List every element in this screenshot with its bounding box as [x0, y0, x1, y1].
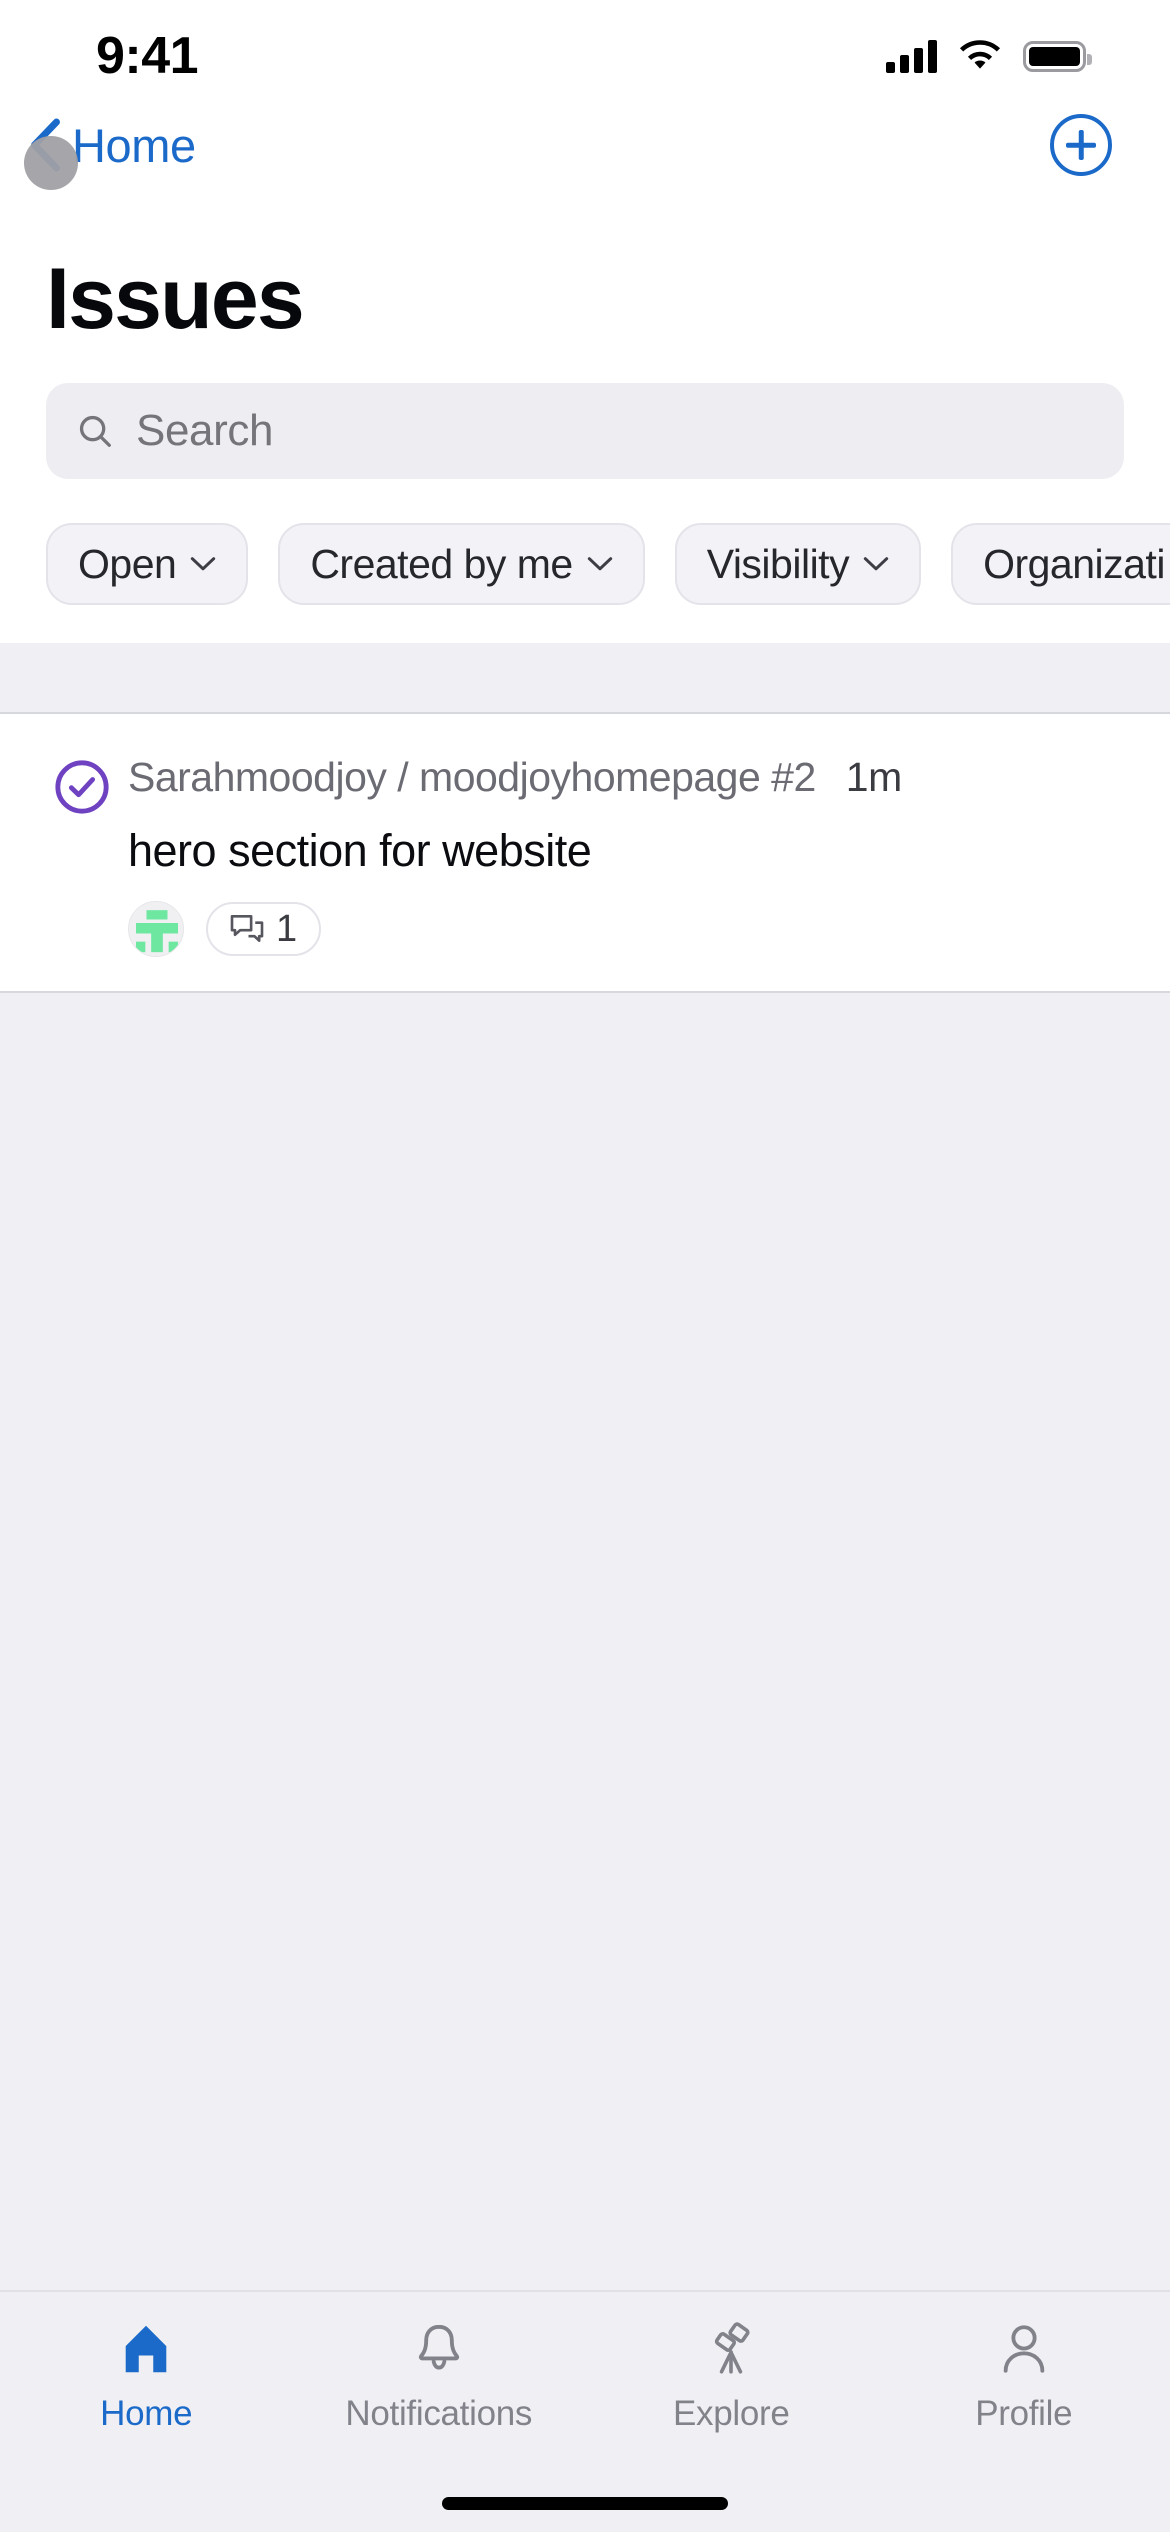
issue-closed-check-circle-icon	[55, 760, 109, 814]
tab-profile[interactable]: Profile	[878, 2318, 1170, 2434]
tab-notifications[interactable]: Notifications	[293, 2318, 586, 2434]
comment-discussion-icon	[230, 914, 264, 942]
page-title: Issues	[46, 251, 305, 347]
chevron-down-icon	[587, 557, 612, 571]
plus-circle-icon[interactable]	[1050, 114, 1112, 176]
user-avatar-identicon	[128, 901, 184, 957]
battery-full-icon	[1023, 40, 1092, 72]
chevron-down-icon	[863, 557, 889, 571]
status-bar: 9:41	[0, 0, 1170, 96]
issue-title: hero section for website	[128, 825, 592, 876]
list-separator-bottom	[0, 991, 1170, 993]
tab-profile-label: Profile	[975, 2394, 1073, 2433]
filter-chip-row[interactable]: Open Created by me Visibility Organizati	[0, 479, 1170, 643]
issue-list: Sarahmoodjoy / moodjoyhomepage #2 1m her…	[0, 712, 1170, 993]
filter-chip-label: Open	[78, 540, 177, 587]
table-row[interactable]: Sarahmoodjoy / moodjoyhomepage #2 1m her…	[0, 714, 1170, 991]
issue-badges: 1	[128, 901, 1134, 957]
back-button-label: Home	[72, 118, 196, 172]
status-bar-time: 9:41	[96, 27, 199, 85]
navigation-bar: Home	[0, 96, 1170, 194]
comment-count-badge[interactable]: 1	[206, 902, 322, 956]
app-screen: 9:41 Home Issues Search Open Created by …	[0, 0, 1170, 2532]
wifi-icon	[959, 40, 1001, 69]
filter-chip-organization[interactable]: Organizati	[951, 523, 1170, 605]
status-bar-indicators	[886, 23, 1092, 73]
bell-icon	[407, 2318, 471, 2380]
issue-content: Sarahmoodjoy / moodjoyhomepage #2 1m her…	[128, 754, 1134, 957]
tab-home-label: Home	[100, 2394, 193, 2433]
filter-chip-open[interactable]: Open	[46, 523, 249, 605]
filter-chip-label: Created by me	[310, 540, 573, 587]
chevron-down-icon	[191, 557, 216, 571]
comment-count: 1	[276, 907, 298, 950]
cellular-signal-icon	[886, 39, 937, 73]
tab-home[interactable]: Home	[0, 2318, 293, 2434]
home-icon	[114, 2318, 178, 2380]
bottom-tab-bar: Home Notifications Explore Profile	[0, 2290, 1170, 2532]
filter-chip-created-by-me[interactable]: Created by me	[278, 523, 645, 605]
telescope-icon	[699, 2318, 763, 2380]
filter-chip-label: Organizati	[983, 540, 1165, 587]
home-indicator	[442, 2497, 728, 2510]
tab-explore-label: Explore	[672, 2394, 790, 2433]
filter-chip-label: Visibility	[706, 540, 850, 587]
issue-state-cell	[36, 754, 128, 957]
tab-explore[interactable]: Explore	[585, 2318, 878, 2434]
filter-chip-visibility[interactable]: Visibility	[674, 523, 922, 605]
person-icon	[992, 2318, 1056, 2380]
issue-repo: Sarahmoodjoy / moodjoyhomepage #2	[128, 754, 816, 800]
issue-meta: Sarahmoodjoy / moodjoyhomepage #2 1m	[128, 754, 1134, 801]
search-input[interactable]: Search	[46, 383, 1124, 479]
search-placeholder: Search	[136, 406, 274, 455]
issue-age: 1m	[845, 754, 902, 800]
touch-indicator	[24, 136, 78, 190]
search-icon	[79, 415, 111, 447]
page-header: Issues Search Open Created by me Visibil…	[0, 194, 1170, 643]
search-container: Search	[0, 383, 1170, 479]
tab-notifications-label: Notifications	[345, 2394, 533, 2433]
